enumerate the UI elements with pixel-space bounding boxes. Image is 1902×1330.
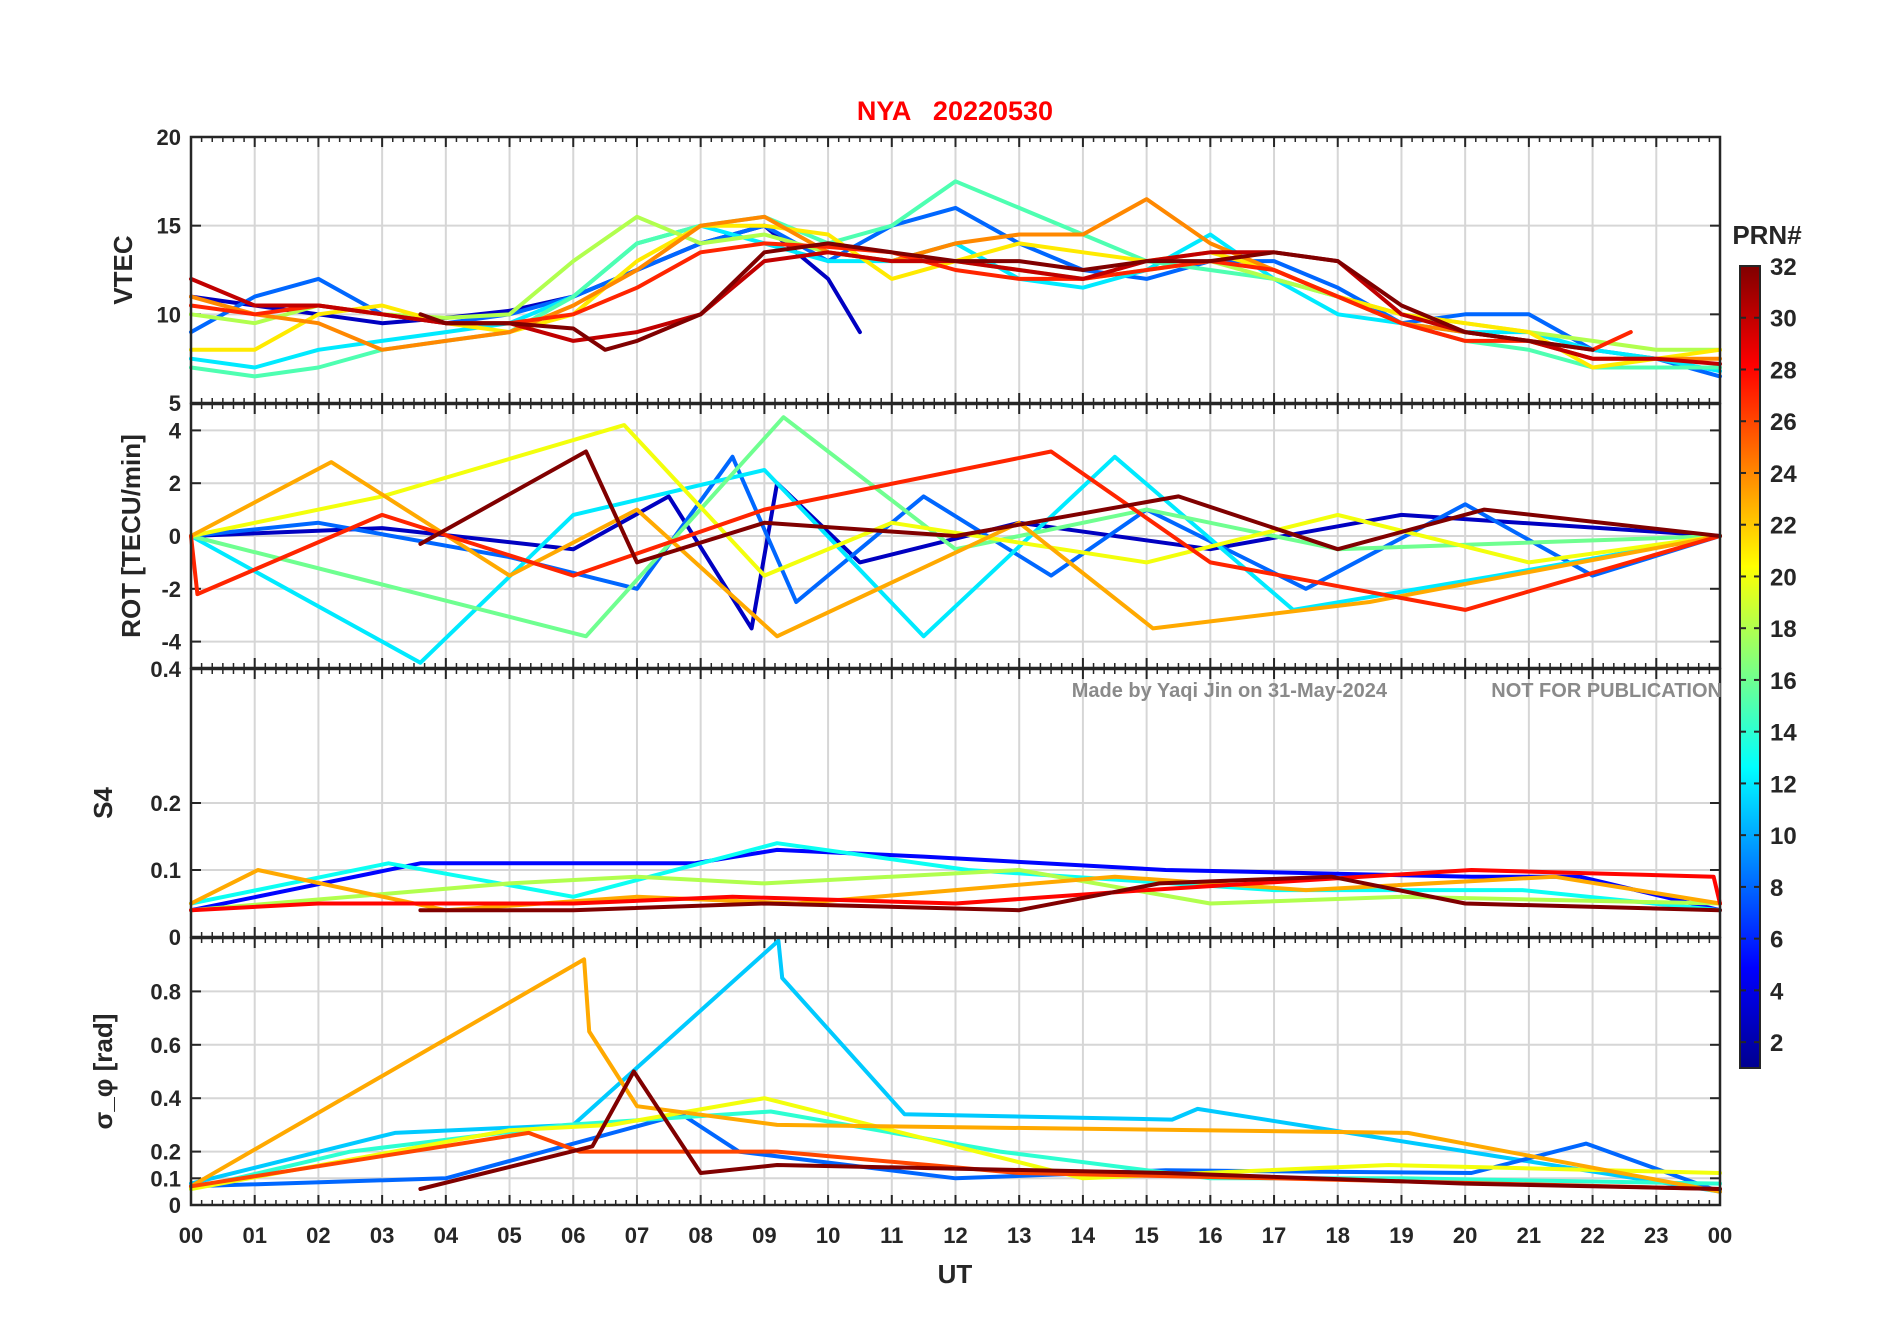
- x-tick-label: 07: [625, 1223, 649, 1248]
- colorbar-title: PRN#: [1732, 220, 1802, 250]
- s4-y-tick-label: 0.1: [150, 858, 181, 883]
- rot-y-tick-label: -4: [161, 630, 181, 655]
- x-tick-label: 21: [1517, 1223, 1541, 1248]
- x-tick-label: 01: [242, 1223, 266, 1248]
- colorbar-tick-label: 4: [1770, 978, 1784, 1005]
- x-tick-label: 12: [943, 1223, 967, 1248]
- colorbar-tick-label: 24: [1770, 461, 1797, 488]
- vtec-panel: 5 10 15 20 VTEC: [108, 125, 1722, 416]
- vtec-y-tick-label: 15: [157, 214, 181, 239]
- x-tick-label: 00: [1708, 1223, 1732, 1248]
- colorbar-tick-label: 14: [1770, 720, 1797, 747]
- s4-y-axis-label: S4: [88, 787, 118, 819]
- x-tick-label: 18: [1326, 1223, 1350, 1248]
- sigma-phi-y-tick-label: 0.2: [150, 1140, 181, 1165]
- chart-title: NYA 20220530: [857, 96, 1053, 126]
- colorbar-gradient: [1739, 265, 1761, 1069]
- sigma-phi-panel: 00.10.2 0.4 0.6 0.8 σ_φ [rad] 00 01 02 03 04 05 06 0…: [88, 936, 1732, 1248]
- x-tick-label: 11: [880, 1223, 903, 1248]
- vtec-y-tick-label: 20: [157, 125, 181, 150]
- sigma-phi-y-tick-label: 0.8: [150, 979, 181, 1004]
- s4-y-tick-label: 0: [169, 925, 181, 950]
- colorbar-tick-label: 18: [1770, 616, 1797, 643]
- x-tick-label: 05: [497, 1223, 521, 1248]
- colorbar-tick-label: 32: [1770, 254, 1797, 281]
- sigma-phi-y-axis-label: σ_φ [rad]: [88, 1014, 118, 1130]
- x-tick-label: 17: [1262, 1223, 1286, 1248]
- s4-y-tick-label: 0.4: [150, 657, 181, 682]
- x-tick-label: 19: [1389, 1223, 1413, 1248]
- s4-y-tick-label: 0.2: [150, 791, 181, 816]
- x-tick-label: 00: [179, 1223, 203, 1248]
- s4-panel: 0 0.1 0.2 0.4 S4: [88, 657, 1722, 950]
- sigma-phi-y-tick-label: 0: [169, 1193, 181, 1218]
- vtec-y-axis-label: VTEC: [108, 235, 138, 305]
- colorbar-tick-label: 22: [1770, 513, 1797, 540]
- x-tick-label: 02: [306, 1223, 330, 1248]
- vtec-y-tick-label: 10: [157, 302, 181, 327]
- sigma-phi-y-tick-label: 0.4: [150, 1086, 181, 1111]
- colorbar-tick-label: 6: [1770, 927, 1783, 954]
- x-tick-label: 16: [1198, 1223, 1222, 1248]
- x-axis-label: UT: [938, 1259, 973, 1289]
- rot-y-tick-label: 4: [169, 418, 182, 443]
- x-tick-label: 15: [1134, 1223, 1158, 1248]
- x-tick-label: 08: [688, 1223, 712, 1248]
- x-tick-label: 03: [370, 1223, 394, 1248]
- rot-y-axis-label: ROT [TECU/min]: [116, 434, 146, 638]
- colorbar-tick-label: 10: [1770, 823, 1797, 850]
- vtec-y-tick-label: 5: [169, 391, 181, 416]
- x-tick-label: 04: [434, 1223, 459, 1248]
- x-tick-label: 23: [1644, 1223, 1668, 1248]
- colorbar-tick-label: 2: [1770, 1030, 1783, 1057]
- x-tick-label: 06: [561, 1223, 585, 1248]
- x-tick-label: 22: [1580, 1223, 1604, 1248]
- rot-panel: -4 -2 0 2 4 ROT [TECU/min]: [116, 402, 1722, 670]
- figure: NYA 20220530 5101520VTEC -4-2024ROT [TEC…: [88, 96, 1802, 1289]
- colorbar-tick-label: 20: [1770, 564, 1797, 591]
- sigma-phi-y-tick-label: 0.1: [150, 1166, 181, 1191]
- colorbar-tick-label: 28: [1770, 357, 1797, 384]
- colorbar: PRN# 2468101214161820222426283032: [1732, 220, 1802, 1069]
- watermark-notice: NOT FOR PUBLICATION: [1491, 680, 1722, 702]
- x-tick-label: 14: [1071, 1223, 1096, 1248]
- rot-y-tick-label: 0: [169, 524, 181, 549]
- x-tick-label: 20: [1453, 1223, 1477, 1248]
- watermark-credit: Made by Yaqi Jin on 31-May-2024: [1072, 680, 1388, 702]
- x-tick-label: 10: [816, 1223, 840, 1248]
- colorbar-tick-label: 30: [1770, 306, 1797, 333]
- colorbar-tick-label: 16: [1770, 668, 1797, 695]
- colorbar-tick-label: 26: [1770, 409, 1797, 436]
- rot-y-tick-label: 2: [169, 471, 181, 496]
- x-tick-label: 09: [752, 1223, 776, 1248]
- rot-y-tick-label: -2: [161, 577, 181, 602]
- sigma-phi-y-tick-label: 0.6: [150, 1033, 181, 1058]
- colorbar-tick-label: 8: [1770, 875, 1783, 902]
- x-tick-label: 13: [1007, 1223, 1031, 1248]
- colorbar-tick-label: 12: [1770, 771, 1797, 798]
